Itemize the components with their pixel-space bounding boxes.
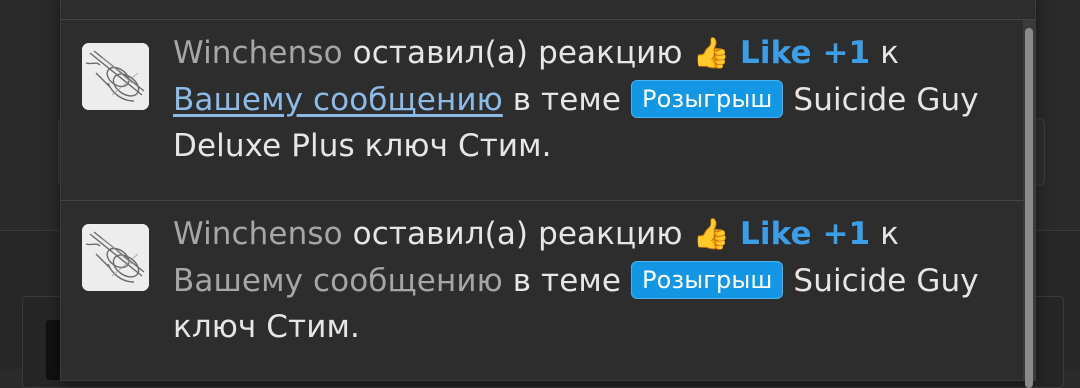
username-link[interactable]: Winchenso [173,216,343,252]
thumbs-up-icon: 👍 [692,217,731,252]
violin-sketch-avatar-icon [82,43,149,110]
username-link[interactable]: Winchenso [173,35,343,71]
reaction-label: Like +1 [740,35,871,71]
scrollbar[interactable] [1023,20,1035,388]
scrollbar-thumb[interactable] [1025,28,1033,388]
in-thread-text: в теме [512,82,622,118]
reaction-label: Like +1 [740,216,871,252]
thread-prefix-badge[interactable]: Розыгрыш [631,80,784,118]
avatar[interactable] [82,224,149,291]
notification-text: Winchenso оставил(а) реакцию 👍 Like +1 к… [173,30,1008,169]
in-thread-text: в теме [512,263,622,299]
notification-text: Winchenso оставил(а) реакцию 👍 Like +1 к… [173,211,1008,350]
notifications-popup: Winchenso оставил(а) реакцию 👍 Like +1 к… [60,0,1036,388]
thumbs-up-icon: 👍 [692,36,731,71]
avatar[interactable] [82,43,149,110]
preposition-text: к [880,216,900,252]
violin-sketch-avatar-icon [82,224,149,291]
notification-item[interactable]: Winchenso оставил(а) реакцию 👍 Like +1 к… [61,201,1023,381]
action-text: оставил(а) реакцию [352,216,683,252]
post-link[interactable]: Вашему сообщению [173,263,503,299]
preposition-text: к [880,35,900,71]
post-link[interactable]: Вашему сообщению [173,82,503,118]
action-text: оставил(а) реакцию [352,35,683,71]
notification-item[interactable]: Winchenso оставил(а) реакцию 👍 Like +1 к… [61,20,1023,200]
thread-prefix-badge[interactable]: Розыгрыш [631,261,784,299]
